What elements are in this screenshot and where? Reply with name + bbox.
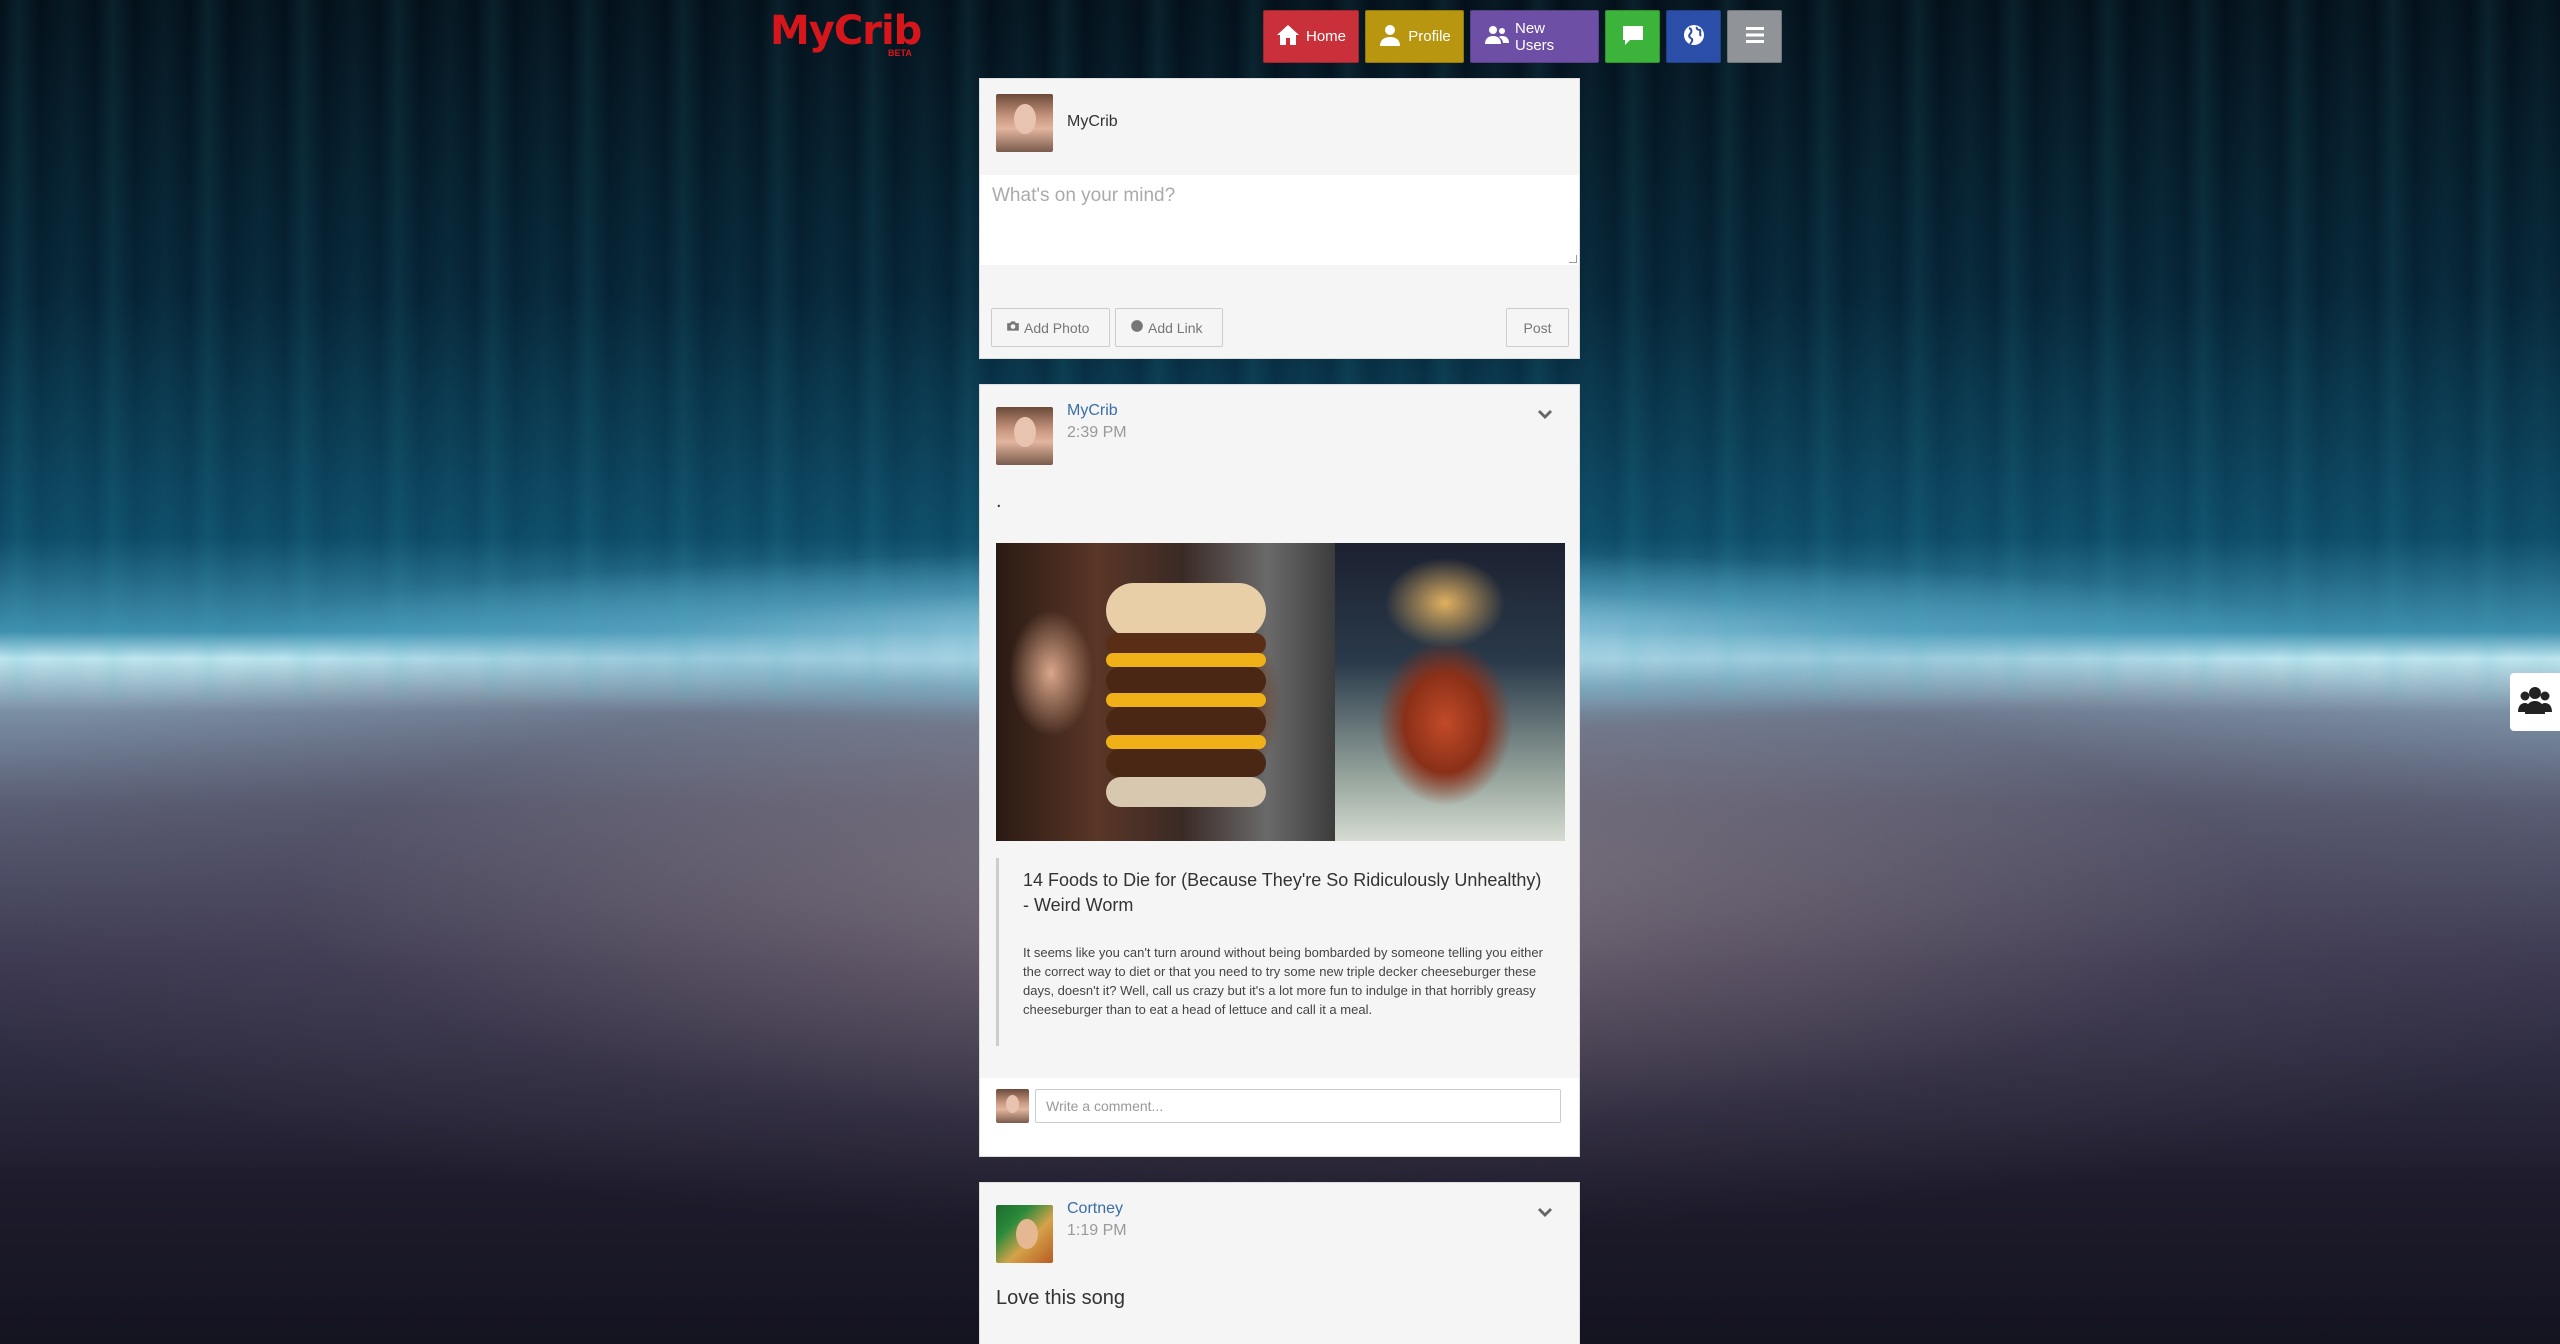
chevron-down-icon[interactable] — [1537, 409, 1553, 421]
add-photo-button[interactable]: Add Photo — [991, 308, 1110, 347]
nav-home-label: Home — [1306, 28, 1347, 45]
post-button[interactable]: Post — [1506, 308, 1569, 347]
online-users-tab[interactable] — [2510, 673, 2560, 731]
menu-icon — [1743, 23, 1767, 51]
feed-post: MyCrib 2:39 PM . 14 Foods to Die for (Be… — [979, 384, 1580, 1157]
burger-illustration — [1106, 583, 1266, 813]
add-link-button[interactable]: Add Link — [1115, 308, 1223, 347]
post-text: Love this song — [996, 1287, 1125, 1309]
burger-photo-left — [996, 543, 1335, 841]
globe-icon — [1130, 319, 1144, 336]
post-author[interactable]: Cortney — [1067, 1200, 1123, 1218]
post-time[interactable]: 1:19 PM — [1067, 1222, 1127, 1240]
post-text: . — [996, 490, 1002, 512]
beta-badge: BETA — [888, 48, 912, 58]
nav-globe-button[interactable] — [1666, 10, 1721, 63]
avatar[interactable] — [996, 407, 1053, 465]
post-author[interactable]: MyCrib — [1067, 402, 1118, 420]
nav-new-users-button[interactable]: New Users — [1470, 10, 1599, 63]
nav-messages-button[interactable] — [1605, 10, 1660, 63]
add-link-label: Add Link — [1148, 319, 1203, 336]
burger-photo-right — [1335, 543, 1565, 841]
users-icon — [2518, 685, 2552, 720]
link-description: It seems like you can't turn around with… — [1023, 945, 1543, 1017]
top-nav: Home Profile New Users — [1263, 10, 1782, 63]
home-icon — [1276, 23, 1300, 51]
chevron-down-icon[interactable] — [1537, 1207, 1553, 1219]
nav-profile-label: Profile — [1408, 28, 1451, 45]
chat-icon — [1621, 23, 1645, 51]
post-composer: MyCrib Add Photo Add Link Post — [979, 78, 1580, 359]
users-icon — [1485, 23, 1509, 51]
globe-icon — [1682, 23, 1706, 51]
nav-new-users-label: New Users — [1515, 19, 1555, 54]
avatar[interactable] — [996, 94, 1053, 152]
resize-handle[interactable] — [1569, 255, 1577, 263]
nav-profile-button[interactable]: Profile — [1365, 10, 1464, 63]
nav-home-button[interactable]: Home — [1263, 10, 1359, 63]
link-preview[interactable]: 14 Foods to Die for (Because They're So … — [996, 858, 1565, 1046]
nav-menu-button[interactable] — [1727, 10, 1782, 63]
comment-row — [980, 1078, 1579, 1156]
user-icon — [1378, 23, 1402, 51]
link-title[interactable]: 14 Foods to Die for (Because They're So … — [1023, 868, 1549, 918]
comment-input[interactable] — [1035, 1089, 1561, 1123]
post-time[interactable]: 2:39 PM — [1067, 424, 1127, 442]
composer-user-name: MyCrib — [1067, 113, 1118, 130]
add-photo-label: Add Photo — [1024, 319, 1090, 336]
post-link-image[interactable] — [996, 543, 1565, 841]
avatar[interactable] — [996, 1205, 1053, 1263]
camera-icon — [1006, 319, 1020, 336]
status-input[interactable] — [980, 175, 1579, 265]
feed-post: Cortney 1:19 PM Love this song — [979, 1182, 1580, 1344]
avatar — [996, 1089, 1029, 1123]
